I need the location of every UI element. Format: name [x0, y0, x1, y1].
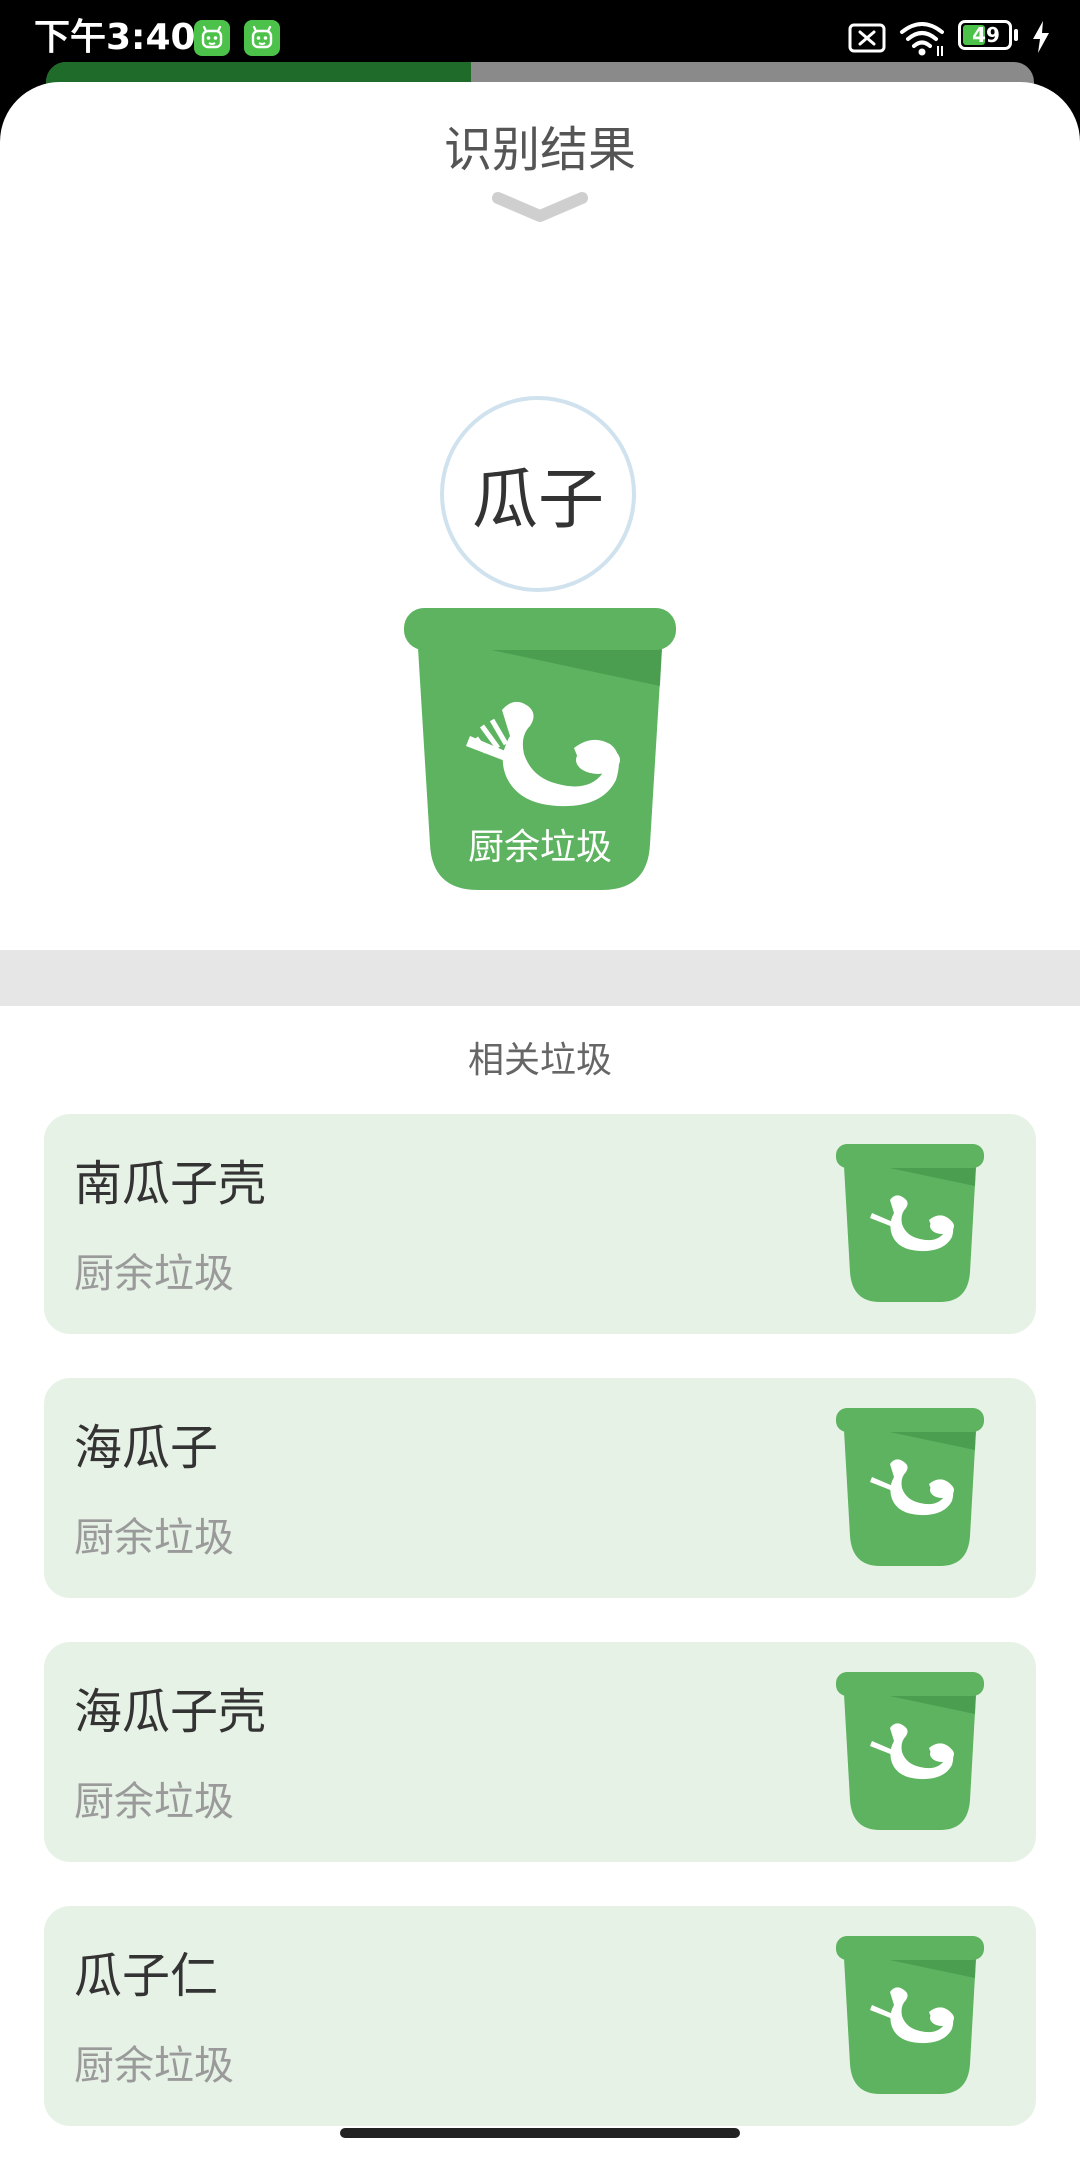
- related-section-title: 相关垃圾: [467, 1040, 612, 1081]
- related-item-category: 厨余垃圾: [74, 1251, 234, 1297]
- kitchen-waste-bin-icon: [836, 1408, 984, 1566]
- related-item-name: 南瓜子壳: [74, 1156, 267, 1212]
- related-item-name: 海瓜子: [74, 1420, 219, 1476]
- related-item-name: 瓜子仁: [74, 1948, 219, 2004]
- section-divider: [0, 950, 1080, 1006]
- wifi-icon: [900, 22, 944, 56]
- kitchen-waste-bin-icon: 厨余垃圾: [402, 608, 678, 892]
- sim-off-icon: [848, 23, 886, 53]
- kitchen-waste-bin-icon: [836, 1672, 984, 1830]
- related-item-card[interactable]: 海瓜子壳 厨余垃圾: [44, 1642, 1036, 1862]
- charging-icon: [1033, 21, 1049, 53]
- related-item-name: 海瓜子壳: [74, 1684, 267, 1740]
- battery-level-text: 49: [972, 23, 1000, 47]
- status-time: 下午3:40: [34, 17, 196, 58]
- chevron-down-icon[interactable]: [490, 190, 590, 224]
- result-sheet: 识别结果 瓜子 厨余垃圾 相关垃圾 南瓜子壳 厨余垃圾 海瓜子 厨余垃圾 海瓜子…: [0, 82, 1080, 2160]
- related-item-category: 厨余垃圾: [74, 2043, 234, 2089]
- kitchen-waste-bin-icon: [836, 1936, 984, 2094]
- app-notification-icon: [194, 20, 230, 56]
- related-item-card[interactable]: 南瓜子壳 厨余垃圾: [44, 1114, 1036, 1334]
- related-item-category: 厨余垃圾: [74, 1515, 234, 1561]
- battery-icon: 49: [958, 20, 1020, 52]
- home-indicator[interactable]: [340, 2128, 740, 2138]
- related-item-card[interactable]: 瓜子仁 厨余垃圾: [44, 1906, 1036, 2126]
- related-item-card[interactable]: 海瓜子 厨余垃圾: [44, 1378, 1036, 1598]
- result-category-label: 厨余垃圾: [467, 827, 612, 868]
- app-notification-icon: [244, 20, 280, 56]
- related-item-category: 厨余垃圾: [74, 1779, 234, 1825]
- kitchen-waste-bin-icon: [836, 1144, 984, 1302]
- recognized-item-circle: 瓜子: [440, 396, 636, 592]
- recognized-item-name: 瓜子: [472, 461, 604, 538]
- page-title: 识别结果: [443, 122, 636, 178]
